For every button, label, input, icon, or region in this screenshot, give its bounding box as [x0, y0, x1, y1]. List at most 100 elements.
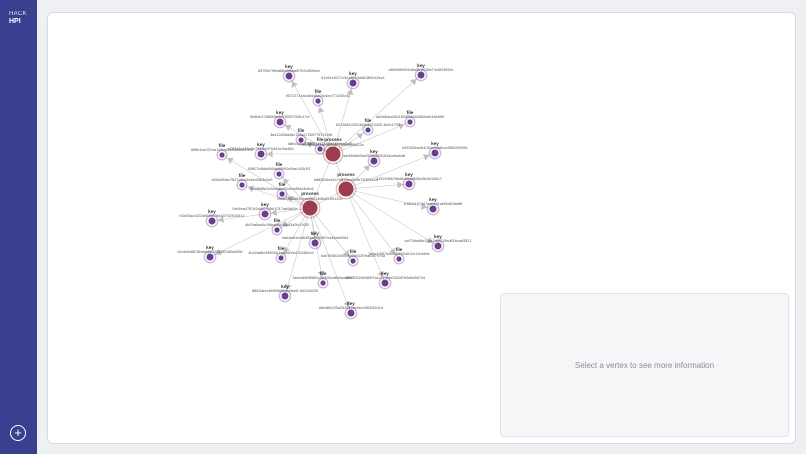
graph-edge	[309, 207, 352, 314]
vertex-id-label: e182e197d47eabe31af49d40fafdff	[404, 202, 463, 206]
edge-arrow-icon	[356, 133, 364, 140]
file-vertex[interactable]: file4b42ad6c935948 1eb8600a131f45e2d	[248, 246, 314, 264]
key-vertex[interactable]: keye182e197d47eabe31af49d40fafdff	[404, 197, 463, 216]
app-logo[interactable]: HACK HPI	[9, 11, 27, 25]
vertex-dot	[302, 200, 318, 216]
vertex-dot	[311, 239, 319, 247]
vertex-dot	[317, 146, 323, 152]
key-vertex[interactable]: key51e61e5217c3c14e13dd818f0e42ec1	[321, 71, 385, 90]
vertex-dot	[278, 255, 284, 261]
vertex-dot	[320, 280, 326, 286]
vertex-dot	[350, 258, 356, 264]
key-vertex[interactable]: keye8b9080694d6a3b1f038e74c6f23990c	[388, 63, 454, 82]
vertex-dot	[381, 279, 389, 287]
vertex-dot	[349, 79, 357, 87]
file-vertex[interactable]: file4b29a6ad4c1f8edd5b34e63a3fc7d3f3	[245, 218, 309, 236]
vertex-dot	[206, 253, 214, 261]
logo-line-1: HACK	[9, 11, 27, 17]
app-sidebar: HACK HPI +	[0, 0, 37, 454]
graph-edge	[345, 188, 386, 284]
key-vertex[interactable]: key0ab4ea0e4d6453ad7f6557ea48a0b064	[282, 231, 349, 250]
edge-arrow-icon	[397, 181, 404, 189]
vertex-id-label: b2c6c5df678b6a66e7251887d65d4f9b	[177, 250, 242, 254]
vertex-dot	[219, 152, 225, 158]
vertex-dot	[285, 72, 293, 80]
vertex-id-label: 837f5e79fed86b4d9da0f7b2c8594ce	[258, 69, 320, 73]
vertex-id-label: 95722714aca6449a03c4ec774230c52	[286, 94, 351, 98]
vertex-dot	[279, 191, 285, 197]
vertex-id-label: a8f77b02d9465f7a1c774f4e3354f7b0d8d56744	[345, 276, 425, 280]
vertex-id-label: d8bc3d9d1f5b5f7473146d34a8ba3cf2	[288, 142, 352, 146]
vertex-id-label: b26262ea464040c0db6ccc0f60296951	[402, 146, 468, 150]
vertex-id-label: 51e61e5217c3c14e13dd818f0e42ec1	[321, 76, 385, 80]
vertex-id-label: c65d494dc7827c6bc6c4e4f3b3c0e5	[211, 178, 272, 182]
vertex-id-label: 6f6fb1ac037ea143fa62b05b8b81934	[191, 148, 253, 152]
add-icon[interactable]: +	[10, 425, 26, 441]
file-vertex[interactable]: file6f6fb1ac037ea143fa62b05b8b81934	[191, 143, 253, 161]
key-vertex[interactable]: keydcf70ddd6e13ec7a5f219ed61bcad3521	[405, 234, 472, 253]
key-vertex[interactable]: key8863deec6b998d8cad3ee8 1fa7fc8205	[252, 284, 318, 303]
key-vertex[interactable]: keyffc6fcb17860b5a5d7f3057063c17cf	[250, 110, 311, 129]
edge-arrow-icon	[267, 150, 273, 158]
vertex-dot	[434, 242, 442, 250]
vertex-id-label: 4b29a6ad4c1f8edd5b34e63a3fc7d3f3	[245, 223, 309, 227]
vertex-id-label: 16f672c8da966de86900d9ae142b3f1	[247, 167, 310, 171]
key-vertex[interactable]: keyb26262ea464040c0db6ccc0f60296951	[402, 141, 468, 160]
vertex-id-label: 6bfc8fb025a292442ee0ec1f5004641d	[319, 306, 383, 310]
key-vertex[interactable]: keya8f77b02d9465f7a1c774f4e3354f7b0d8d56…	[345, 271, 425, 290]
vertex-dot	[365, 127, 371, 133]
vertex-dot	[431, 149, 439, 157]
vertex-id-label: 621988143913d0c4574425 4d2e1794	[336, 123, 400, 127]
vertex-dot	[274, 227, 280, 233]
key-vertex[interactable]: keyb3c00ac1522a6695f76a1f27d2510512	[179, 209, 245, 228]
vertex-dot	[338, 181, 354, 197]
graph-edge	[345, 152, 436, 190]
vertex-id-label: 8863deec6b998d8cad3ee8 1fa7fc8205	[252, 289, 318, 293]
key-vertex[interactable]: key1152495b766d6d6ca8606cf5c5d184c7	[376, 172, 442, 191]
vertex-dot	[239, 182, 245, 188]
key-vertex[interactable]: keyb2c6c5df678b6a66e7251887d65d4f9b	[177, 245, 243, 264]
vertex-dot	[315, 98, 321, 104]
vertex-id-label: 0c64ea4767b2dd0770bb7017ab0d60e	[232, 207, 297, 211]
vertex-dot	[276, 118, 284, 126]
vertex-id-label: b3c00ac1522a6695f76a1f27d2510512	[179, 214, 244, 218]
key-vertex[interactable]: key6bfc8fb025a292442ee0ec1f5004641d	[319, 301, 383, 320]
key-vertex[interactable]: keya4cf6d6e09a200658091616ca6a6a8	[343, 149, 405, 168]
vertex-dot	[257, 150, 265, 158]
main-panel: process e6db96b13a89870527101e509622a proc…	[47, 12, 796, 444]
vertex-id-label: ffc6fcb17860b5a5d7f3057063c17cf	[250, 115, 310, 119]
vertex-dot	[261, 210, 269, 218]
vertex-dot	[276, 171, 282, 177]
key-vertex[interactable]: key837f5e79fed86b4d9da0f7b2c8594ce	[258, 64, 320, 83]
vertex-dot	[347, 309, 355, 317]
vertex-type-label: process	[337, 172, 355, 177]
logo-line-2: HPI	[9, 18, 21, 25]
file-vertex[interactable]: file621988143913d0c4574425 4d2e1794	[336, 118, 400, 136]
vertex-info-placeholder: Select a vertex to see more information	[574, 360, 715, 370]
vertex-type-label: process	[301, 191, 319, 196]
vertex-id-label: a82d6dca3b11834f5864b862eb618e859	[376, 115, 444, 119]
nodes-layer: processe6db96b13a89870527101e509622aproc…	[177, 63, 472, 320]
vertex-dot	[370, 157, 378, 165]
vertex-id-label: dcf70ddd6e13ec7a5f219ed61bcad3521	[405, 239, 472, 243]
vertex-dot	[208, 217, 216, 225]
vertex-id-label: 0ab4ea0e4d6453ad7f6557ea48a0b064	[282, 236, 349, 240]
graph-edge	[345, 188, 439, 247]
edge-arrow-icon	[227, 157, 234, 164]
vertex-id-label: e8b9080694d6a3b1f038e74c6f23990c	[388, 68, 453, 72]
edge-arrow-icon	[410, 79, 417, 86]
vertex-id-label: 6a07f06b2d49c5665b32f7bdf2d7974a	[321, 254, 386, 258]
vertex-id-label: 4b42ad6c935948 1eb8600a131f45e2d	[248, 251, 313, 255]
vertex-info-panel: Select a vertex to see more information	[500, 293, 789, 437]
vertex-dot	[281, 292, 289, 300]
file-vertex[interactable]: file95722714aca6449a03c4ec774230c52	[286, 89, 351, 107]
vertex-dot	[396, 256, 402, 262]
vertex-dot	[429, 205, 437, 213]
vertex-dot	[407, 119, 413, 125]
vertex-id-label: 6d62834e62c7d873ea693b740f25e25	[314, 178, 378, 182]
edge-arrow-icon	[291, 81, 298, 88]
vertex-dot	[405, 180, 413, 188]
vertex-dot	[417, 71, 425, 79]
vertex-id-label: 1152495b766d6d6ca8606cf5c5d184c7	[376, 177, 441, 181]
vertex-id-label: 9d0f688b2e65da6e20d44ef5d44b5c6	[250, 187, 313, 191]
